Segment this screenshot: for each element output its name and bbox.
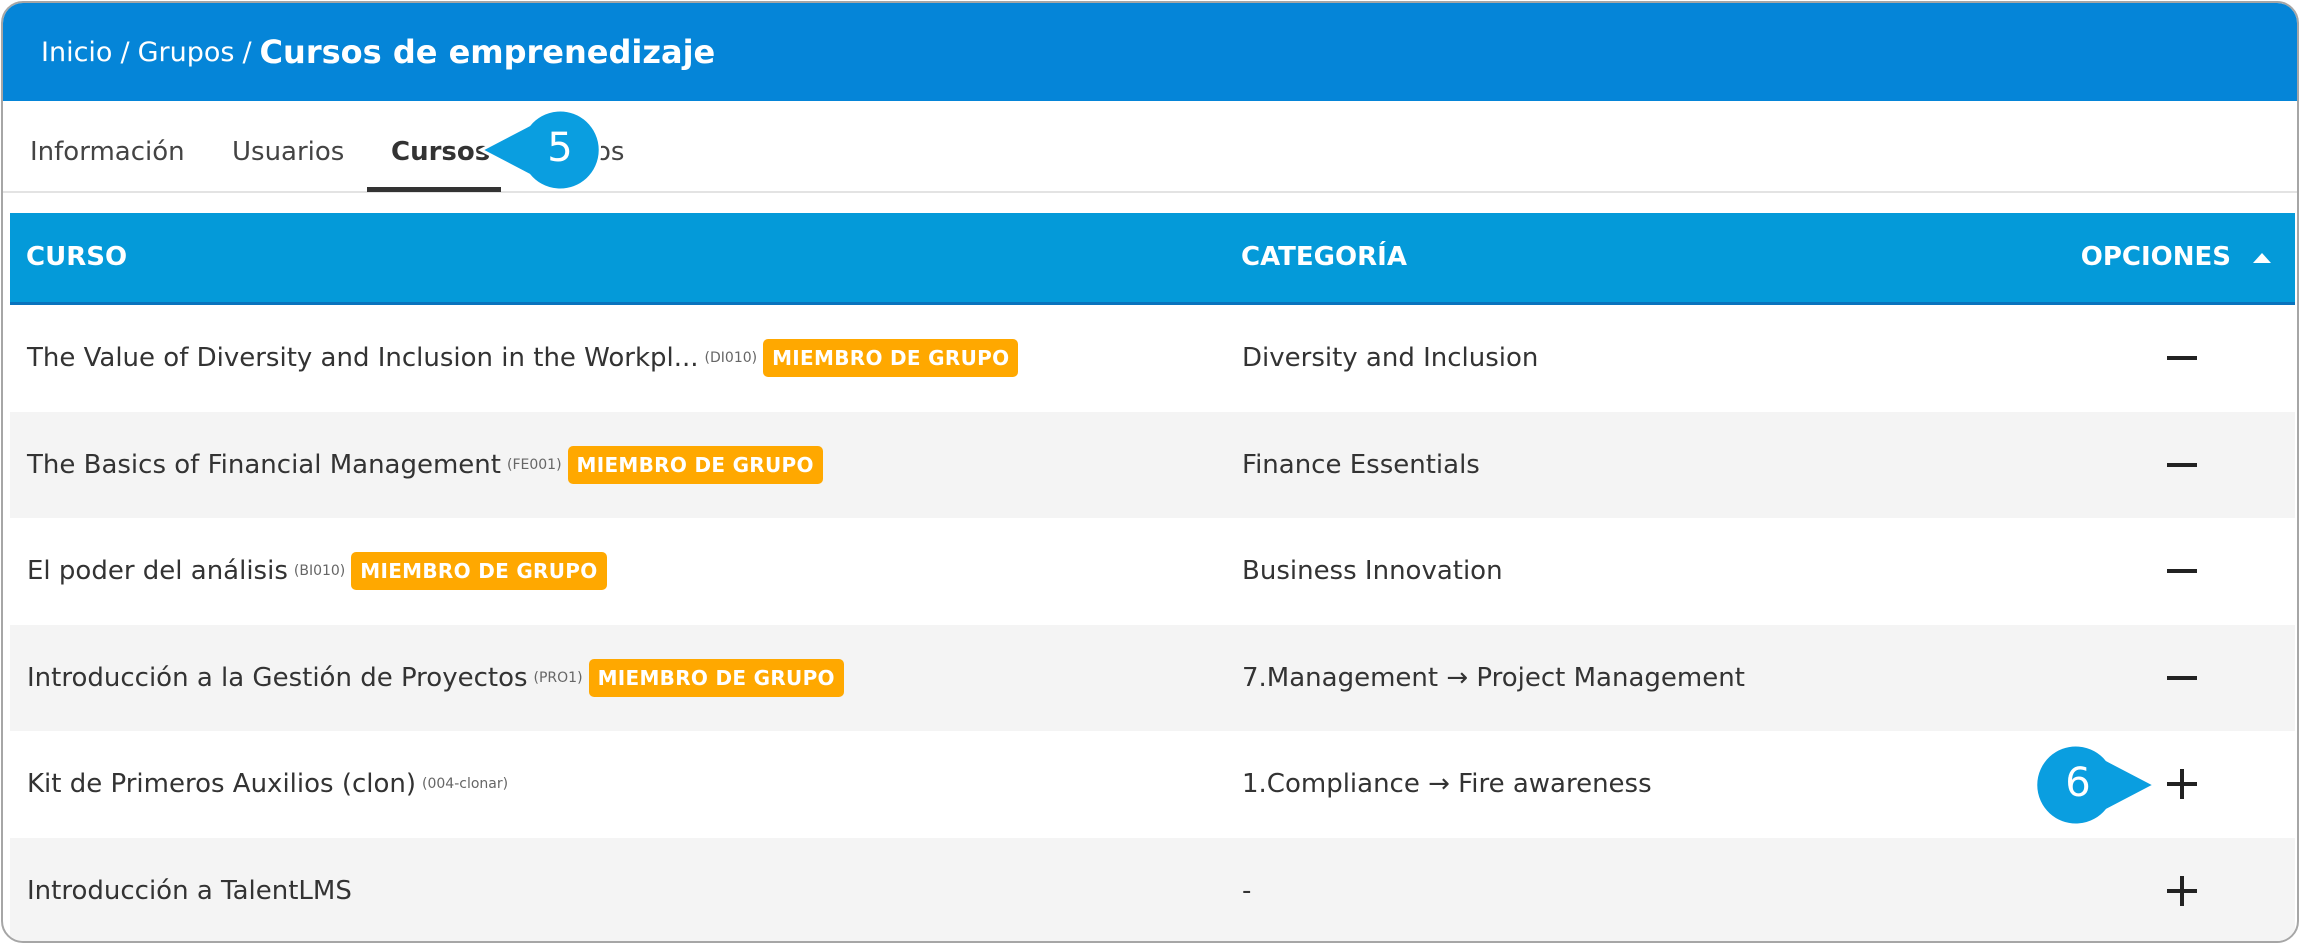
- tab-cursos[interactable]: Cursos: [391, 101, 490, 193]
- table-header: CURSO CATEGORÍA OPCIONES: [10, 213, 2295, 305]
- minus-icon: [2167, 343, 2197, 373]
- course-code: (DI010): [704, 350, 758, 367]
- sort-ascending-icon[interactable]: [2253, 253, 2271, 263]
- course-cell: El poder del análisis (BI010) MIEMBRO DE…: [27, 518, 607, 625]
- plus-icon: [2167, 875, 2197, 906]
- column-header-options[interactable]: OPCIONES: [2081, 213, 2231, 302]
- callout-6: 6: [2035, 744, 2159, 826]
- remove-course-button[interactable]: [2152, 518, 2212, 625]
- breadcrumb-home[interactable]: Inicio: [41, 37, 112, 68]
- table-row: El poder del análisis (BI010) MIEMBRO DE…: [10, 518, 2295, 625]
- breadcrumb-separator: /: [242, 36, 252, 68]
- remove-course-button[interactable]: [2152, 412, 2212, 519]
- tab-bar: Información Usuarios Cursos os: [3, 101, 2297, 193]
- add-course-button[interactable]: [2152, 838, 2212, 942]
- course-name[interactable]: Introducción a TalentLMS: [27, 876, 352, 906]
- category-cell: -: [1242, 875, 1252, 906]
- column-header-course[interactable]: CURSO: [26, 213, 127, 302]
- course-code: (BI010): [293, 563, 346, 580]
- group-member-badge: MIEMBRO DE GRUPO: [351, 552, 607, 591]
- course-name[interactable]: Kit de Primeros Auxilios (clon): [27, 769, 416, 799]
- course-cell: Introducción a TalentLMS: [27, 838, 352, 942]
- tab-informacion[interactable]: Información: [30, 101, 185, 193]
- callout-5: 5: [477, 109, 601, 191]
- group-member-badge: MIEMBRO DE GRUPO: [588, 658, 844, 697]
- course-code: (FE001): [506, 456, 562, 473]
- category-cell: Business Innovation: [1242, 556, 1503, 587]
- remove-course-button[interactable]: [2152, 625, 2212, 732]
- category-cell: 1.Compliance → Fire awareness: [1242, 769, 1652, 800]
- minus-icon: [2167, 450, 2197, 480]
- category-cell: 7.Management → Project Management: [1242, 662, 1745, 693]
- plus-icon: [2167, 769, 2197, 800]
- course-cell: Introducción a la Gestión de Proyectos (…: [27, 625, 844, 732]
- category-cell: Diversity and Inclusion: [1242, 343, 1539, 374]
- course-name[interactable]: The Basics of Financial Management: [27, 450, 501, 480]
- breadcrumb-separator: /: [120, 36, 130, 68]
- category-cell: Finance Essentials: [1242, 449, 1480, 480]
- group-member-badge: MIEMBRO DE GRUPO: [567, 445, 823, 484]
- table-row: Introducción a la Gestión de Proyectos (…: [10, 624, 2295, 732]
- minus-icon: [2167, 663, 2197, 693]
- add-course-button[interactable]: [2152, 731, 2212, 838]
- minus-icon: [2167, 556, 2197, 586]
- column-header-category[interactable]: CATEGORÍA: [1241, 213, 1407, 302]
- table-row: The Basics of Financial Management (FE00…: [10, 411, 2295, 519]
- course-name[interactable]: The Value of Diversity and Inclusion in …: [27, 343, 699, 373]
- course-name[interactable]: Introducción a la Gestión de Proyectos: [27, 663, 528, 693]
- course-cell: The Basics of Financial Management (FE00…: [27, 412, 823, 519]
- group-member-badge: MIEMBRO DE GRUPO: [763, 339, 1019, 378]
- course-code: (004-clonar): [422, 776, 509, 793]
- page-header: Inicio / Grupos / Cursos de emprenedizaj…: [3, 3, 2297, 101]
- remove-course-button[interactable]: [2152, 305, 2212, 412]
- courses-table: CURSO CATEGORÍA OPCIONES The Value of Di…: [10, 213, 2295, 942]
- callout-number: 5: [547, 125, 573, 171]
- table-row: Kit de Primeros Auxilios (clon) (004-clo…: [10, 731, 2295, 838]
- table-row: The Value of Diversity and Inclusion in …: [10, 305, 2295, 412]
- app-frame: Inicio / Grupos / Cursos de emprenedizaj…: [1, 1, 2299, 943]
- callout-number: 6: [2065, 760, 2091, 806]
- breadcrumb-groups[interactable]: Grupos: [138, 37, 235, 68]
- tab-usuarios[interactable]: Usuarios: [232, 101, 344, 193]
- course-cell: Kit de Primeros Auxilios (clon) (004-clo…: [27, 731, 514, 838]
- table-row: Introducción a TalentLMS -: [10, 837, 2295, 942]
- course-cell: The Value of Diversity and Inclusion in …: [27, 305, 1019, 412]
- course-name[interactable]: El poder del análisis: [27, 556, 288, 586]
- course-code: (PRO1): [533, 669, 583, 686]
- page-title: Cursos de emprenedizaje: [259, 33, 716, 71]
